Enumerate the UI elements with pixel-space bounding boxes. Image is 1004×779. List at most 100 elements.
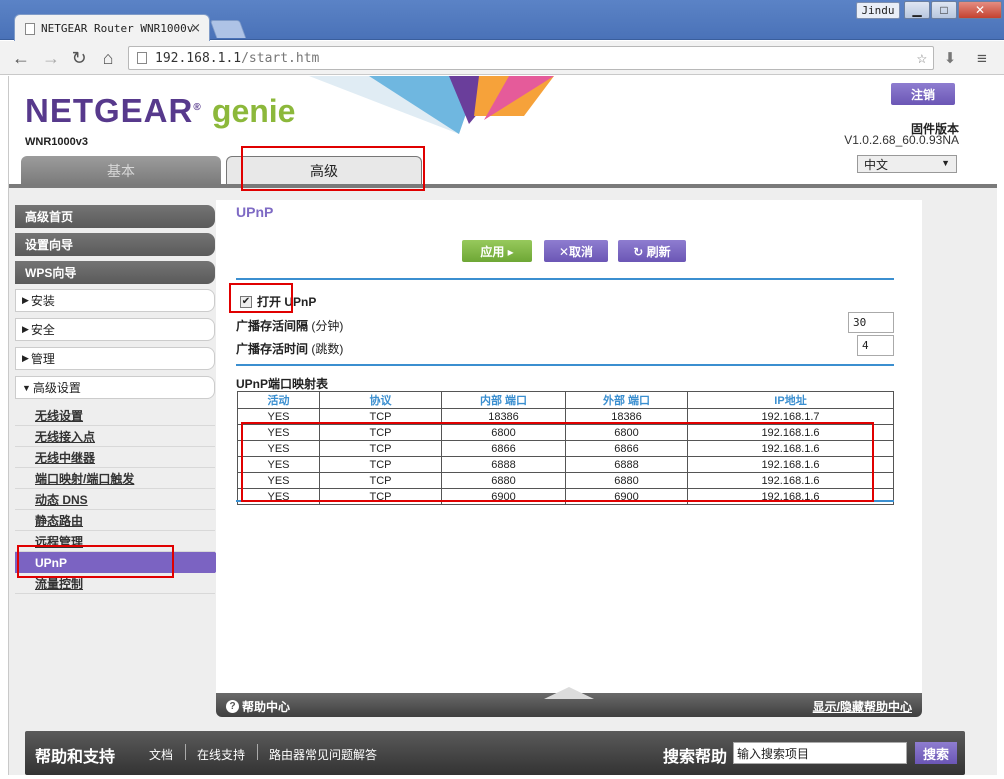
sidebar-item-dynamic-dns[interactable]: 动态 DNS bbox=[15, 489, 215, 510]
column-header: 内部 端口 bbox=[441, 391, 566, 409]
netgear-genie-logo: NETGEAR® genie bbox=[25, 92, 296, 129]
column-header: IP地址 bbox=[687, 391, 894, 409]
browser-tab[interactable]: NETGEAR Router WNR1000v × bbox=[14, 14, 210, 42]
sidebar-section-admin[interactable]: ▶ 管理 bbox=[15, 347, 215, 370]
sidebar-section-advanced-setup[interactable]: ▼ 高级设置 bbox=[15, 376, 215, 399]
search-button[interactable]: 搜索 bbox=[915, 742, 957, 764]
enable-upnp-checkbox[interactable]: ✔ bbox=[240, 295, 252, 308]
table-cell: TCP bbox=[319, 456, 442, 473]
router-page: NETGEAR® genie WNR1000v3 注销 固件版本 V1.0.2.… bbox=[8, 76, 997, 775]
sidebar-item-label: 静态路由 bbox=[35, 513, 84, 528]
sidebar-item-setup-wizard[interactable]: 设置向导 bbox=[15, 233, 215, 256]
tab-title: NETGEAR Router WNR1000v bbox=[41, 22, 194, 35]
menu-icon[interactable]: ≡ bbox=[972, 49, 992, 69]
footer-link-support[interactable]: 在线支持 bbox=[197, 746, 245, 763]
reload-icon[interactable]: ↻ bbox=[68, 47, 90, 69]
close-icon[interactable]: ✕ bbox=[958, 1, 1002, 19]
adv-ttl-text: 广播存活时间 bbox=[236, 342, 309, 356]
tab-close-icon[interactable]: × bbox=[190, 21, 201, 36]
browser-toolbar: ← → ↻ ⌂ 192.168.1.1/start.htm ☆ ⬇ ≡ bbox=[0, 41, 1004, 75]
sidebar-item-wps-wizard[interactable]: WPS向导 bbox=[15, 261, 215, 284]
browser-window: NETGEAR Router WNR1000v × Jindu ▁ □ ✕ ← … bbox=[0, 0, 1004, 779]
footer-link-docs[interactable]: 文档 bbox=[149, 746, 173, 763]
sidebar-item-wireless-ap[interactable]: 无线接入点 bbox=[15, 426, 215, 447]
address-bar[interactable]: 192.168.1.1/start.htm ☆ bbox=[128, 46, 934, 70]
table-cell: YES bbox=[237, 440, 320, 457]
sidebar-section-label: 安全 bbox=[30, 323, 55, 337]
divider bbox=[236, 278, 894, 280]
footer-link-faq[interactable]: 路由器常见问题解答 bbox=[269, 746, 377, 763]
help-center-label: 帮助中心 bbox=[242, 700, 291, 714]
apply-button[interactable]: 应用 ▸ bbox=[462, 240, 532, 262]
tab-advanced[interactable]: 高级 bbox=[226, 156, 422, 185]
port-mapping-title: UPnP端口映射表 bbox=[236, 377, 329, 391]
sidebar-section-security[interactable]: ▶ 安全 bbox=[15, 318, 215, 341]
adv-interval-input[interactable]: 30 bbox=[848, 312, 894, 333]
sidebar-item-wireless-settings[interactable]: 无线设置 bbox=[15, 405, 215, 426]
table-cell: 192.168.1.6 bbox=[687, 488, 894, 505]
user-badge[interactable]: Jindu bbox=[856, 2, 900, 19]
table-row: YES TCP 6800 6800 192.168.1.6 bbox=[237, 424, 894, 441]
extension-icon[interactable]: ⬇ bbox=[940, 49, 960, 69]
table-row: YES TCP 6888 6888 192.168.1.6 bbox=[237, 456, 894, 473]
help-bar: ? 帮助中心 显示/隐藏帮助中心 bbox=[216, 687, 922, 717]
firmware-version: V1.0.2.68_60.0.93NA bbox=[844, 133, 959, 147]
sidebar-section-label: 安装 bbox=[30, 294, 55, 308]
page-body: 高级首页 设置向导 WPS向导 ▶ 安装 ▶ 安全 ▶ 管理 ▼ 高级设置 无线设置 无… bbox=[9, 188, 997, 775]
table-cell: 18386 bbox=[441, 408, 566, 425]
sidebar-section-label: 管理 bbox=[30, 352, 55, 366]
table-row: YES TCP 6866 6866 192.168.1.6 bbox=[237, 440, 894, 457]
help-toggle-link[interactable]: 显示/隐藏帮助中心 bbox=[813, 698, 912, 715]
sidebar-item-label: 远程管理 bbox=[35, 534, 84, 549]
sidebar-item-label: 无线中继器 bbox=[35, 450, 96, 465]
adv-ttl-input[interactable]: 4 bbox=[857, 335, 894, 356]
column-header: 协议 bbox=[319, 391, 442, 409]
table-cell: TCP bbox=[319, 488, 442, 505]
refresh-button[interactable]: ↻ 刷新 bbox=[618, 240, 686, 262]
collapse-icon: ▼ bbox=[22, 382, 31, 393]
enable-upnp-row: ✔ 打开 UPnP bbox=[240, 293, 316, 310]
divider bbox=[236, 364, 894, 366]
content-panel: UPnP 应用 ▸ ✕取消 ↻ 刷新 ✔ 打开 UPnP 广播存活间隔 (分钟)… bbox=[216, 200, 922, 693]
forward-icon[interactable]: → bbox=[40, 47, 62, 69]
search-input[interactable]: 输入搜索项目 bbox=[733, 742, 907, 764]
chevron-up-icon[interactable] bbox=[544, 685, 594, 699]
language-select[interactable]: 中文 ▼ bbox=[857, 155, 957, 173]
table-cell: TCP bbox=[319, 440, 442, 457]
sidebar-item-advanced-home[interactable]: 高级首页 bbox=[15, 205, 215, 228]
sidebar-item-wireless-repeater[interactable]: 无线中继器 bbox=[15, 447, 215, 468]
port-mapping-table: 活动 协议 内部 端口 外部 端口 IP地址 YES TCP 18386 18386 1… bbox=[237, 391, 894, 505]
minimize-icon[interactable]: ▁ bbox=[904, 1, 930, 19]
table-cell: 192.168.1.6 bbox=[687, 456, 894, 473]
home-icon[interactable]: ⌂ bbox=[97, 47, 119, 69]
back-icon[interactable]: ← bbox=[10, 47, 32, 69]
new-tab-button[interactable] bbox=[209, 20, 247, 38]
footer-title: 帮助和支持 bbox=[35, 749, 116, 766]
sidebar-item-traffic-control[interactable]: 流量控制 bbox=[15, 573, 215, 594]
cancel-button[interactable]: ✕取消 bbox=[544, 240, 608, 262]
adv-ttl-label: 广播存活时间 (跳数) bbox=[236, 340, 343, 357]
adv-interval-unit: (分钟) bbox=[311, 319, 344, 333]
sidebar-item-port-forwarding[interactable]: 端口映射/端口触发 bbox=[15, 468, 215, 489]
table-row: YES TCP 18386 18386 192.168.1.7 bbox=[237, 408, 894, 425]
router-header: NETGEAR® genie WNR1000v3 注销 固件版本 V1.0.2.… bbox=[9, 76, 997, 188]
help-center-link[interactable]: ? 帮助中心 bbox=[226, 698, 290, 715]
sidebar-item-remote-management[interactable]: 远程管理 bbox=[15, 531, 215, 552]
sidebar-section-setup[interactable]: ▶ 安装 bbox=[15, 289, 215, 312]
maximize-icon[interactable]: □ bbox=[931, 1, 957, 19]
table-cell: 6880 bbox=[565, 472, 688, 489]
star-icon[interactable]: ☆ bbox=[917, 48, 927, 68]
sidebar-item-upnp[interactable]: UPnP bbox=[15, 552, 224, 573]
table-cell: TCP bbox=[319, 424, 442, 441]
support-footer: 帮助和支持 文档 在线支持 路由器常见问题解答 搜索帮助 输入搜索项目 搜索 bbox=[25, 731, 965, 775]
sidebar-item-static-routes[interactable]: 静态路由 bbox=[15, 510, 215, 531]
logout-button[interactable]: 注销 bbox=[891, 83, 955, 105]
expand-icon: ▶ bbox=[22, 353, 29, 363]
table-row: YES TCP 6880 6880 192.168.1.6 bbox=[237, 472, 894, 489]
tab-basic[interactable]: 基本 bbox=[21, 156, 221, 185]
table-cell: 6800 bbox=[441, 424, 566, 441]
adv-ttl-unit: (跳数) bbox=[311, 342, 344, 356]
divider bbox=[236, 500, 894, 502]
language-value: 中文 bbox=[864, 157, 889, 172]
header-graphic bbox=[309, 76, 554, 134]
